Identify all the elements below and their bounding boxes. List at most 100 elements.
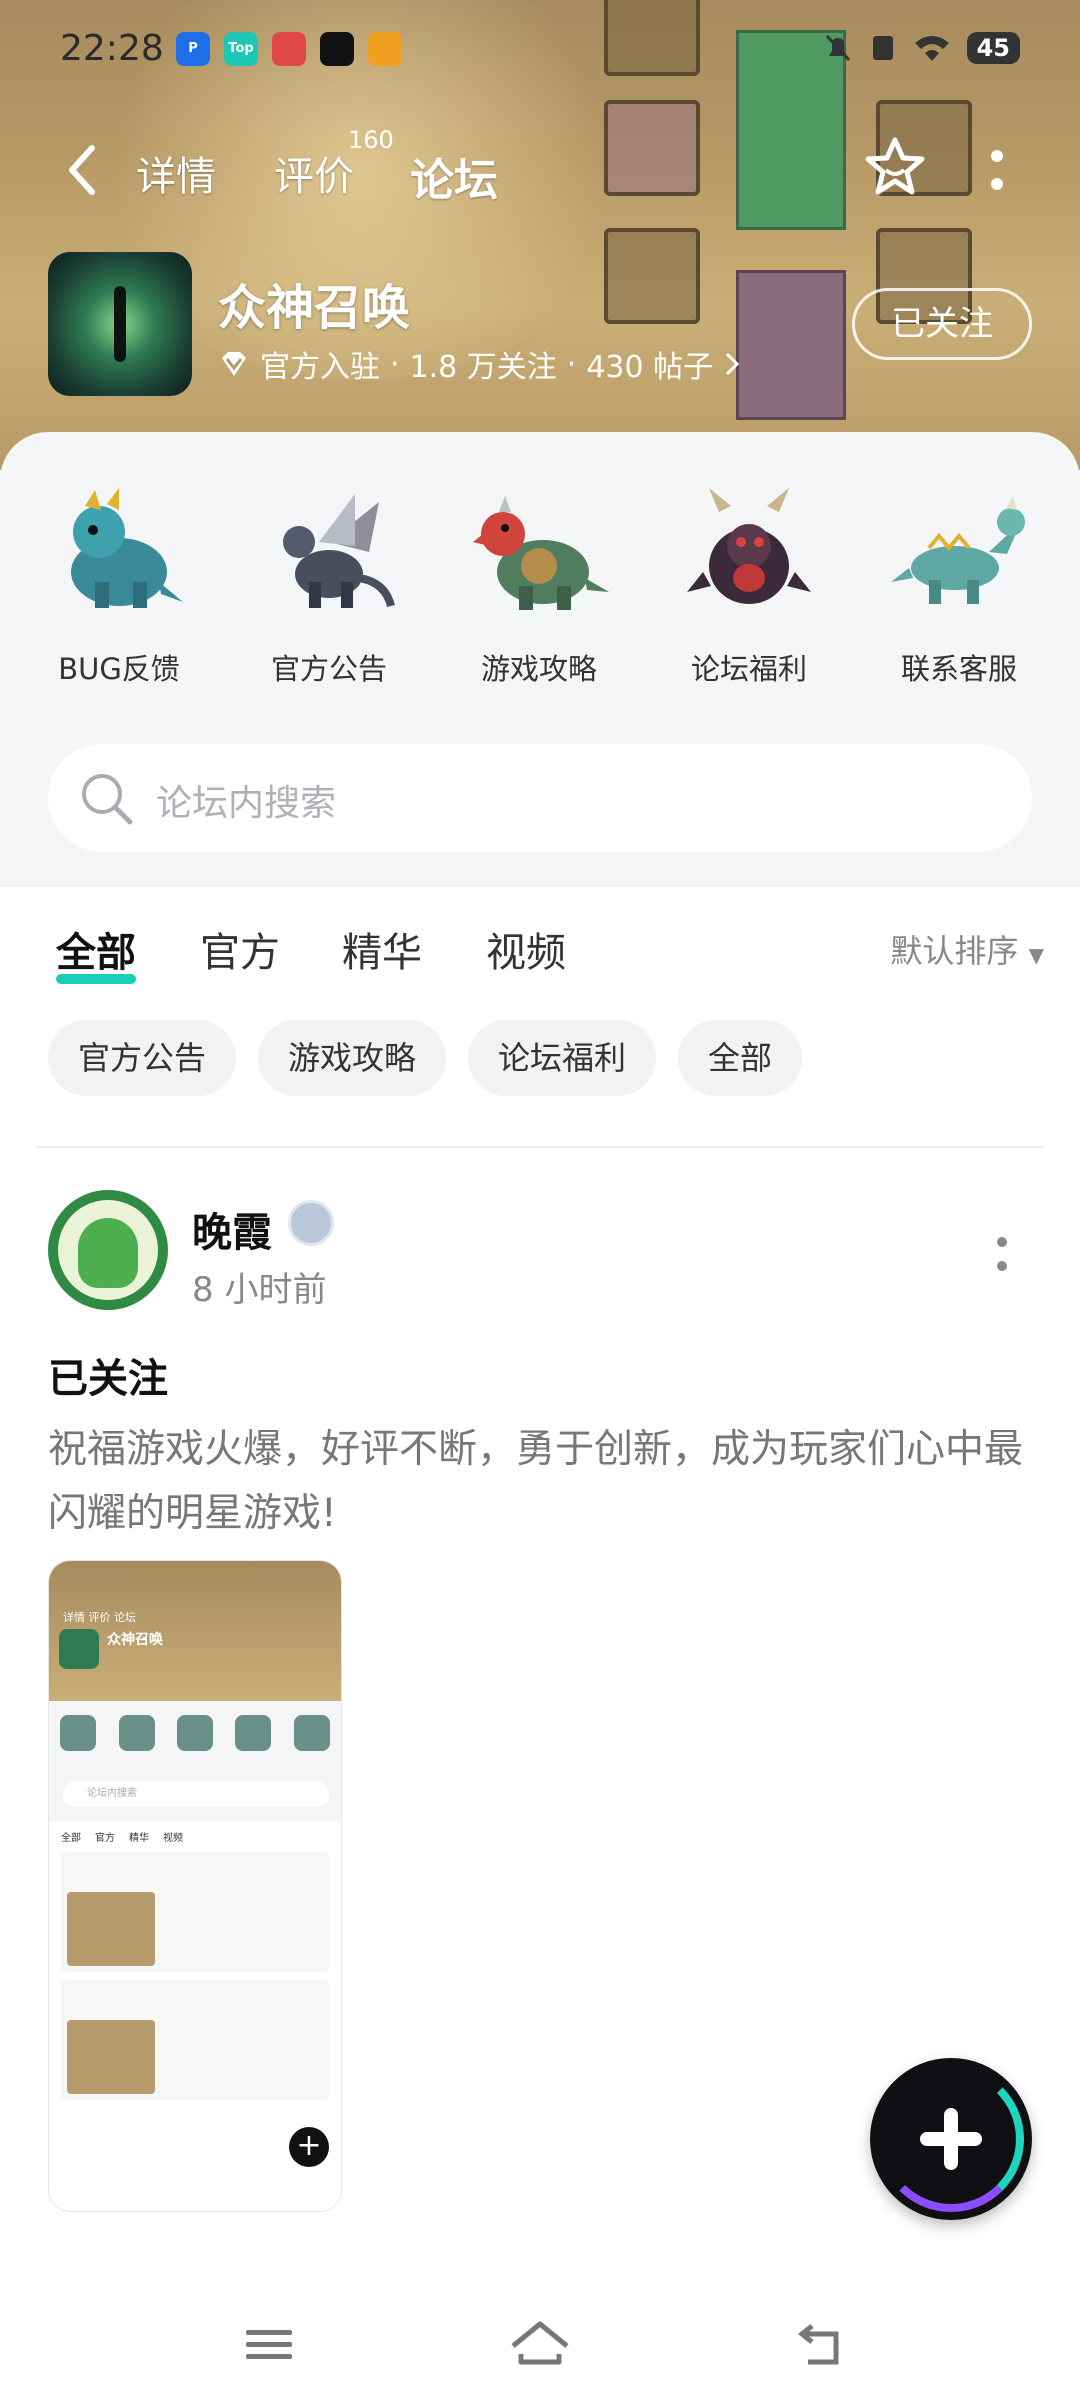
status-app-icons: P Top — [176, 32, 402, 66]
category-bug-feedback[interactable]: BUG反馈 — [34, 482, 204, 688]
status-right: 45 — [823, 32, 1020, 64]
follow-button[interactable]: 已关注 — [852, 288, 1032, 360]
post-time: 8 小时前 — [192, 1270, 327, 1310]
user-level-badge-icon — [288, 1200, 334, 1246]
chip-announcements[interactable]: 官方公告 — [48, 1020, 237, 1096]
system-navigation-bar — [0, 2284, 1080, 2404]
status-time: 22:28 — [60, 28, 164, 69]
diamond-icon — [222, 352, 246, 376]
filter-tab-all[interactable]: 全部 — [56, 920, 136, 984]
post-title[interactable]: 已关注 — [48, 1346, 168, 1404]
dragon-eye-pupil — [114, 286, 126, 362]
thumb-categories — [49, 1701, 341, 1751]
post-filter-tabs: 全部 官方 精华 视频 默认排序 ▼ — [0, 920, 1080, 990]
back-icon[interactable] — [790, 2314, 860, 2374]
more-options-icon[interactable] — [990, 148, 1004, 192]
search-icon — [82, 774, 133, 825]
tab-forum-label: 论坛 — [410, 155, 498, 206]
tiktok-icon — [320, 32, 354, 66]
thumb-panel: 论坛内搜索 — [49, 1701, 341, 1821]
review-count-badge: 160 — [348, 126, 394, 154]
create-post-button[interactable] — [870, 2058, 1032, 2220]
author-avatar[interactable] — [48, 1190, 168, 1310]
thumb-logo — [59, 1629, 99, 1669]
category-benefits[interactable]: 论坛福利 — [664, 482, 834, 688]
tab-details[interactable]: 详情 — [136, 144, 216, 202]
tab-reviews[interactable]: 评价 — [274, 144, 354, 202]
tab-forum[interactable]: 论坛 — [410, 144, 498, 216]
favorite-star-icon[interactable] — [862, 134, 928, 200]
sort-dropdown[interactable]: 默认排序 ▼ — [890, 926, 1044, 972]
category-guides[interactable]: 游戏攻略 — [454, 482, 624, 688]
chip-guides[interactable]: 游戏攻略 — [258, 1020, 447, 1096]
status-bar: 22:28 P Top 45 — [0, 22, 1080, 78]
category-customer-service[interactable]: 联系客服 — [874, 482, 1044, 688]
thumb-tab: 全部 — [61, 1833, 81, 1844]
thumb-tab: 精华 — [129, 1833, 149, 1844]
app-notification-icon: P — [176, 32, 210, 66]
followers-count: 1.8 万关注 — [409, 350, 557, 385]
category-label: 联系客服 — [900, 652, 1017, 686]
dark-dragon-icon — [687, 488, 811, 604]
post-more-icon[interactable] — [996, 1236, 1008, 1272]
search-placeholder: 论坛内搜索 — [156, 783, 337, 824]
battery-indicator: 45 — [966, 32, 1020, 64]
weibo-icon — [368, 32, 402, 66]
mute-icon — [825, 34, 850, 62]
home-icon[interactable] — [505, 2314, 575, 2374]
forum-logo — [48, 252, 192, 396]
filter-tab-video[interactable]: 视频 — [486, 920, 566, 978]
filter-tab-official[interactable]: 官方 — [200, 920, 280, 978]
thumb-banner: 详情 评价 论坛 众神召唤 — [49, 1561, 341, 1701]
sim-icon — [872, 36, 893, 60]
blue-dragon-icon — [71, 488, 183, 608]
thumb-mini-image — [67, 2020, 155, 2094]
meta-dot: · — [566, 346, 577, 382]
banner-mace-card — [736, 270, 846, 420]
back-arrow-icon[interactable] — [60, 140, 110, 200]
forum-name: 众神召唤 — [218, 280, 411, 336]
official-label: 官方入驻 — [260, 350, 380, 385]
top-nav: 详情 评价 160 论坛 — [0, 126, 1080, 216]
armored-dragon-icon — [473, 496, 609, 610]
chip-all[interactable]: 全部 — [678, 1020, 803, 1096]
category-announcements[interactable]: 官方公告 — [244, 482, 414, 688]
app-notification-icon — [272, 32, 306, 66]
thumb-card — [61, 1852, 329, 1972]
thumb-nav: 详情 评价 论坛 — [63, 1611, 136, 1624]
thumb-tab: 官方 — [95, 1833, 115, 1844]
filter-tab-label: 全部 — [56, 930, 136, 976]
menu-icon[interactable] — [234, 2314, 304, 2374]
thumb-mini-image — [67, 1892, 155, 1966]
posts-count: 430 帖子 — [586, 350, 714, 385]
category-panel: BUG反馈 官方公告 游戏攻略 论坛福利 联系客服 论坛内搜索 — [0, 432, 1080, 887]
thumb-plus-icon: + — [289, 2127, 329, 2167]
category-label: 论坛福利 — [690, 652, 807, 686]
caret-down-icon: ▼ — [1028, 943, 1044, 967]
app-notification-icon: Top — [224, 32, 258, 66]
category-label: 官方公告 — [270, 652, 387, 686]
forum-search-bar[interactable]: 论坛内搜索 — [48, 744, 1032, 852]
divider — [36, 1146, 1044, 1148]
category-label: BUG反馈 — [58, 652, 180, 686]
meta-dot: · — [390, 346, 400, 382]
avatar-dino — [78, 1218, 138, 1288]
banner-item-tile — [604, 228, 700, 324]
filter-tab-featured[interactable]: 精华 — [342, 920, 422, 978]
thumb-tab: 视频 — [163, 1833, 183, 1844]
wifi-icon — [914, 36, 949, 61]
chip-benefits[interactable]: 论坛福利 — [468, 1020, 657, 1096]
plus-icon — [944, 2108, 958, 2170]
post-image-thumbnail[interactable]: 详情 评价 论坛 众神召唤 论坛内搜索 全部 官方 精华 视频 + — [48, 1560, 342, 2212]
sort-label: 默认排序 — [890, 932, 1019, 970]
teal-dragon-icon — [891, 496, 1025, 604]
thumb-search: 论坛内搜索 — [63, 1781, 329, 1807]
thumb-tabs: 全部 官方 精华 视频 — [49, 1821, 341, 1844]
category-label: 游戏攻略 — [480, 652, 597, 686]
winged-dragon-icon — [283, 494, 395, 608]
forum-meta[interactable]: 官方入驻 · 1.8 万关注 · 430 帖子 — [218, 342, 741, 386]
author-name[interactable]: 晚霞 — [192, 1200, 272, 1258]
post-body[interactable]: 祝福游戏火爆，好评不断，勇于创新，成为玩家们心中最闪耀的明星游戏! — [48, 1418, 1038, 1546]
thumb-title: 众神召唤 — [107, 1632, 163, 1648]
topic-chips: 官方公告 游戏攻略 论坛福利 全部 — [48, 1020, 803, 1096]
